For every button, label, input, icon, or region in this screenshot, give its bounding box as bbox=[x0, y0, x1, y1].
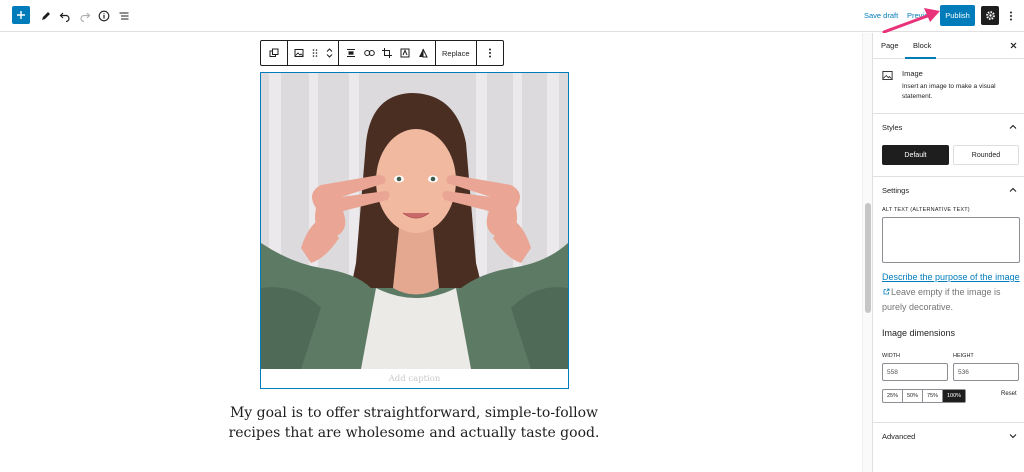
info-icon bbox=[98, 10, 110, 22]
image-block[interactable]: Add caption bbox=[260, 72, 569, 389]
styles-panel-title: Styles bbox=[882, 123, 903, 132]
external-link-icon bbox=[883, 288, 890, 295]
block-card-title: Image bbox=[902, 69, 923, 78]
reset-dimensions-button[interactable]: Reset bbox=[1001, 391, 1017, 397]
crop-icon bbox=[382, 48, 392, 58]
paragraph-block[interactable]: My goal is to offer straightforward, sim… bbox=[214, 403, 614, 443]
more-group bbox=[477, 41, 503, 65]
style-default-option[interactable]: Default bbox=[882, 145, 949, 165]
alt-help-text: Leave empty if the image is purely decor… bbox=[882, 287, 1001, 312]
replace-button[interactable]: Replace bbox=[436, 41, 476, 65]
tab-page[interactable]: Page bbox=[881, 41, 899, 50]
advanced-panel-header[interactable]: Advanced bbox=[873, 423, 1024, 449]
chevron-up-icon bbox=[1008, 122, 1018, 132]
pencil-icon bbox=[42, 12, 50, 20]
close-sidebar-button[interactable] bbox=[1008, 40, 1018, 50]
editor-canvas: Replace Add caption My goal is to offer … bbox=[0, 33, 862, 472]
text-overlay-button[interactable] bbox=[396, 41, 414, 65]
height-label: HEIGHT bbox=[953, 353, 974, 359]
more-vertical-icon bbox=[488, 48, 491, 58]
drag-handle[interactable] bbox=[308, 41, 322, 65]
redo-button[interactable] bbox=[75, 6, 95, 26]
tab-block[interactable]: Block bbox=[913, 41, 931, 50]
alt-text-label: ALT TEXT (ALTERNATIVE TEXT) bbox=[882, 207, 970, 213]
block-card-description: Insert an image to make a visual stateme… bbox=[902, 83, 996, 100]
caption-field[interactable]: Add caption bbox=[261, 374, 568, 384]
sidebar-tabs: Page Block bbox=[873, 33, 1024, 59]
block-mover-group bbox=[288, 41, 339, 65]
advanced-panel-title: Advanced bbox=[882, 432, 916, 441]
gear-icon bbox=[985, 11, 995, 20]
style-rounded-option[interactable]: Rounded bbox=[953, 145, 1019, 165]
width-input[interactable]: 558 bbox=[882, 363, 948, 381]
duotone-icon bbox=[419, 48, 428, 58]
image-preview bbox=[261, 73, 568, 369]
close-icon bbox=[1010, 42, 1016, 48]
styles-panel: Styles Default Rounded bbox=[873, 114, 1024, 177]
transform-button[interactable] bbox=[265, 41, 283, 65]
replace-group: Replace bbox=[436, 41, 477, 65]
undo-icon bbox=[59, 12, 70, 22]
text-over-image-icon bbox=[400, 48, 410, 58]
details-button[interactable] bbox=[94, 6, 114, 26]
link-icon bbox=[363, 50, 375, 56]
options-button[interactable] bbox=[1006, 7, 1016, 25]
link-button[interactable] bbox=[360, 41, 378, 65]
duotone-button[interactable] bbox=[414, 41, 432, 65]
editor-scrollbar[interactable] bbox=[862, 33, 872, 472]
image-dimensions-title: Image dimensions bbox=[882, 328, 956, 338]
editor-header: Save draft Preview Publish bbox=[0, 0, 1024, 32]
crop-button[interactable] bbox=[378, 41, 396, 65]
copy-icon bbox=[269, 48, 279, 57]
block-card: Image Insert an image to make a visual s… bbox=[873, 59, 1024, 114]
height-input[interactable]: 536 bbox=[953, 363, 1019, 381]
alt-text-input[interactable] bbox=[882, 217, 1020, 263]
redo-icon bbox=[80, 12, 91, 22]
block-options-button[interactable] bbox=[483, 41, 497, 65]
chevron-down-icon bbox=[1008, 431, 1018, 441]
alt-text-help: Describe the purpose of the image Leave e… bbox=[882, 270, 1020, 315]
chevron-down-icon bbox=[326, 54, 332, 58]
scrollbar-thumb[interactable] bbox=[865, 203, 871, 313]
settings-toggle-button[interactable] bbox=[981, 6, 999, 25]
scale-percent-buttons: 25% 50% 75% 100% bbox=[882, 389, 966, 403]
image-tools-group bbox=[339, 41, 436, 65]
move-block-buttons[interactable] bbox=[322, 41, 336, 65]
settings-panel-title: Settings bbox=[882, 186, 910, 195]
align-button[interactable] bbox=[342, 41, 360, 65]
scale-75-button[interactable]: 75% bbox=[923, 390, 943, 402]
scale-100-button[interactable]: 100% bbox=[943, 390, 965, 402]
styles-panel-header[interactable]: Styles bbox=[873, 114, 1024, 140]
woman-photo-illustration bbox=[261, 73, 568, 369]
chevron-up-icon bbox=[1008, 185, 1018, 195]
add-block-button[interactable] bbox=[12, 6, 30, 24]
undo-button[interactable] bbox=[55, 6, 75, 26]
drag-icon bbox=[312, 49, 318, 57]
width-label: WIDTH bbox=[882, 353, 901, 359]
scale-50-button[interactable]: 50% bbox=[903, 390, 923, 402]
describe-purpose-link[interactable]: Describe the purpose of the image bbox=[882, 272, 1020, 282]
align-center-icon bbox=[347, 49, 355, 57]
more-vertical-icon bbox=[1010, 11, 1012, 21]
tools-button[interactable] bbox=[36, 6, 56, 26]
settings-panel-header[interactable]: Settings bbox=[873, 177, 1024, 203]
plus-icon bbox=[17, 11, 25, 19]
list-view-icon bbox=[119, 12, 129, 20]
block-transform-group bbox=[261, 41, 288, 65]
block-type-button[interactable] bbox=[290, 41, 308, 65]
scale-25-button[interactable]: 25% bbox=[883, 390, 903, 402]
settings-sidebar: Page Block Image Insert an image to make… bbox=[872, 33, 1024, 472]
image-icon bbox=[294, 49, 304, 57]
list-view-button[interactable] bbox=[114, 6, 134, 26]
block-toolbar: Replace bbox=[260, 40, 504, 66]
image-icon bbox=[882, 70, 893, 81]
settings-panel: Settings ALT TEXT (ALTERNATIVE TEXT) Des… bbox=[873, 177, 1024, 423]
